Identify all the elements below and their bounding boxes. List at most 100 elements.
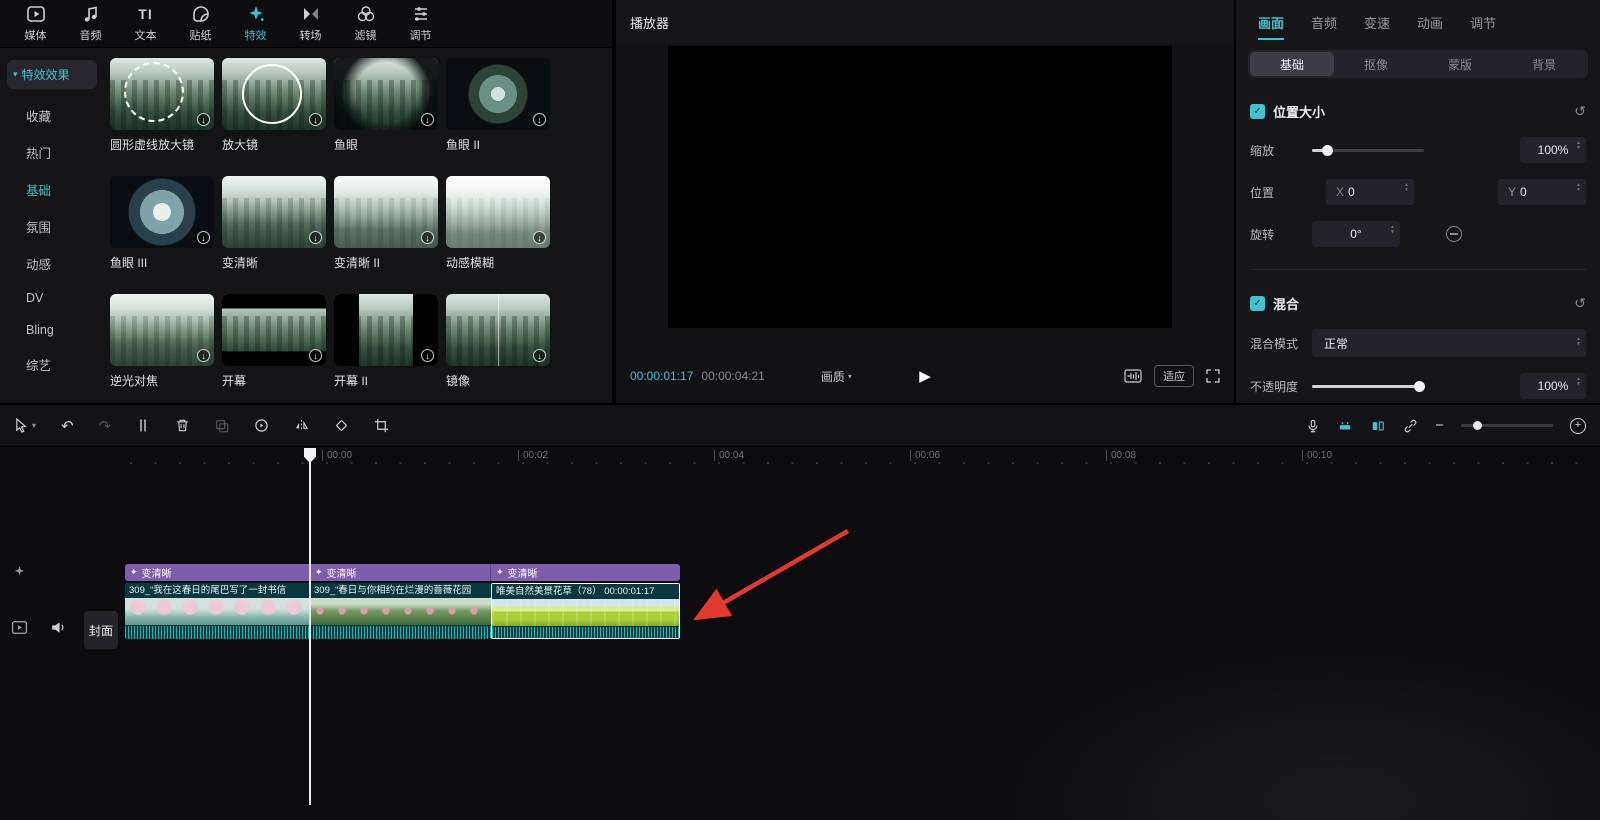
effect-card[interactable]: ↓ 鱼眼	[334, 58, 438, 176]
download-icon[interactable]: ↓	[533, 231, 546, 244]
blend-mode-select[interactable]: 正常 ▲▼	[1312, 329, 1586, 357]
category-dv[interactable]: DV	[0, 282, 104, 314]
effect-thumbnail[interactable]: ↓	[446, 58, 550, 130]
effect-card[interactable]: ↓ 变清晰 II	[334, 176, 438, 294]
effect-category-header[interactable]: ▾ 特效效果	[7, 60, 97, 89]
effect-thumbnail[interactable]: ↓	[334, 58, 438, 130]
effect-thumbnail[interactable]: ↓	[334, 176, 438, 248]
effect-card[interactable]: ↓ 镜像	[446, 294, 550, 403]
track-preview-icon[interactable]	[11, 619, 28, 636]
mirror-icon[interactable]	[294, 418, 309, 433]
slider-knob[interactable]	[1473, 421, 1482, 430]
effect-thumbnail[interactable]: ↓	[334, 294, 438, 366]
tab-audio[interactable]: 音频	[1311, 13, 1337, 40]
redo-icon[interactable]: ↷	[99, 417, 112, 435]
download-icon[interactable]: ↓	[197, 231, 210, 244]
effect-card[interactable]: ↓ 变清晰	[222, 176, 326, 294]
cover-button[interactable]: 封面	[84, 611, 118, 649]
effect-thumbnail[interactable]: ↓	[110, 176, 214, 248]
tab-adjust[interactable]: 调节	[1470, 13, 1496, 40]
effect-thumbnail[interactable]: ↓	[446, 176, 550, 248]
rotation-dial[interactable]	[1446, 226, 1462, 242]
subtab-mask[interactable]: 蒙版	[1418, 52, 1502, 76]
category-favorites[interactable]: 收藏	[0, 97, 104, 134]
position-size-checkbox[interactable]: ✓	[1250, 104, 1265, 119]
stepper-arrows[interactable]: ▲▼	[1576, 183, 1581, 192]
play-button[interactable]: ▶	[919, 367, 931, 385]
scale-slider[interactable]	[1312, 149, 1424, 152]
crop-icon[interactable]	[374, 418, 389, 433]
toolbar-audio[interactable]: 音频	[63, 4, 118, 43]
effect-card[interactable]: ↓ 圆形虚线放大镜	[110, 58, 214, 176]
category-basic[interactable]: 基础	[0, 171, 104, 208]
timeline-zoom-slider[interactable]	[1461, 424, 1553, 427]
video-preview[interactable]	[668, 46, 1172, 328]
rotate-icon[interactable]	[334, 418, 349, 433]
category-dynamic[interactable]: 动感	[0, 245, 104, 282]
category-atmosphere[interactable]: 氛围	[0, 208, 104, 245]
slider-knob[interactable]	[1322, 145, 1333, 156]
delete-icon[interactable]	[175, 418, 190, 433]
download-icon[interactable]: ↓	[421, 231, 434, 244]
toolbar-sticker[interactable]: 贴纸	[173, 4, 228, 43]
category-hot[interactable]: 热门	[0, 134, 104, 171]
video-clip[interactable]: 309_“春日与你相约在烂漫的蔷薇花园	[310, 583, 491, 639]
effect-card[interactable]: ↓ 逆光对焦	[110, 294, 214, 403]
effect-clip[interactable]: ✦ 变清晰	[125, 564, 310, 581]
undo-icon[interactable]: ↶	[61, 417, 74, 435]
zoom-out-icon[interactable]: −	[1435, 417, 1444, 434]
stepper-arrows[interactable]: ▲▼	[1390, 225, 1395, 234]
download-icon[interactable]: ↓	[533, 113, 546, 126]
position-x-field[interactable]: X 0 ▲▼	[1326, 179, 1414, 205]
category-variety[interactable]: 综艺	[0, 346, 104, 383]
subtab-background[interactable]: 背景	[1502, 52, 1586, 76]
timeline-ruler[interactable]: 00:00 00:02 00:04 00:06 00:08 00:10	[0, 447, 1600, 467]
fit-button[interactable]: 适应	[1154, 365, 1194, 387]
effect-clip[interactable]: ✦ 变清晰	[491, 564, 680, 581]
select-tool[interactable]: ▾	[14, 418, 36, 433]
slider-knob[interactable]	[1414, 381, 1425, 392]
subtab-basic[interactable]: 基础	[1250, 52, 1334, 76]
effect-card[interactable]: ↓ 放大镜	[222, 58, 326, 176]
effect-clip[interactable]: ✦ 变清晰	[310, 564, 491, 581]
quality-dropdown[interactable]: 画质 ▾	[821, 368, 852, 385]
download-icon[interactable]: ↓	[309, 349, 322, 362]
linkage-icon[interactable]	[1403, 419, 1418, 433]
stepper-arrows[interactable]: ▲▼	[1576, 141, 1581, 150]
fullscreen-icon[interactable]	[1206, 369, 1220, 383]
effect-thumbnail[interactable]: ↓	[222, 294, 326, 366]
auto-snap-icon[interactable]	[1370, 419, 1386, 433]
effect-card[interactable]: ↓ 开幕 II	[334, 294, 438, 403]
rotate-value-field[interactable]: 0° ▲▼	[1312, 221, 1400, 247]
main-track-magnet-icon[interactable]	[1337, 419, 1353, 433]
preview-quality-icon[interactable]	[1124, 369, 1142, 383]
effect-card[interactable]: ↓ 开幕	[222, 294, 326, 403]
blend-checkbox[interactable]: ✓	[1250, 296, 1265, 311]
effect-thumbnail[interactable]: ↓	[110, 58, 214, 130]
track-mute-icon[interactable]	[50, 619, 67, 636]
video-clip-selected[interactable]: 唯美自然美景花草（78） 00:00:01:17	[491, 583, 680, 639]
video-clip[interactable]: 309_“我在这春日的尾巴写了一封书信	[125, 583, 310, 639]
toolbar-adjust[interactable]: 调节	[393, 4, 448, 43]
zoom-in-icon[interactable]: +	[1570, 418, 1586, 434]
scale-value-field[interactable]: 100% ▲▼	[1520, 137, 1586, 163]
stepper-arrows[interactable]: ▲▼	[1576, 377, 1581, 386]
effect-card[interactable]: ↓ 鱼眼 II	[446, 58, 550, 176]
tab-speed[interactable]: 变速	[1364, 13, 1390, 40]
toolbar-media[interactable]: 媒体	[8, 4, 63, 43]
download-icon[interactable]: ↓	[309, 231, 322, 244]
tab-animation[interactable]: 动画	[1417, 13, 1443, 40]
subtab-keying[interactable]: 抠像	[1334, 52, 1418, 76]
copy-icon[interactable]	[215, 419, 229, 433]
download-icon[interactable]: ↓	[421, 349, 434, 362]
split-icon[interactable]	[136, 418, 150, 433]
freeze-frame-icon[interactable]	[254, 418, 269, 433]
position-y-field[interactable]: Y 0 ▲▼	[1498, 179, 1586, 205]
effect-thumbnail[interactable]: ↓	[222, 58, 326, 130]
effect-thumbnail[interactable]: ↓	[446, 294, 550, 366]
effect-thumbnail[interactable]: ↓	[222, 176, 326, 248]
toolbar-filter[interactable]: 滤镜	[338, 4, 393, 43]
toolbar-effects[interactable]: 特效	[228, 4, 283, 43]
download-icon[interactable]: ↓	[309, 113, 322, 126]
toolbar-text[interactable]: TI 文本	[118, 4, 173, 43]
